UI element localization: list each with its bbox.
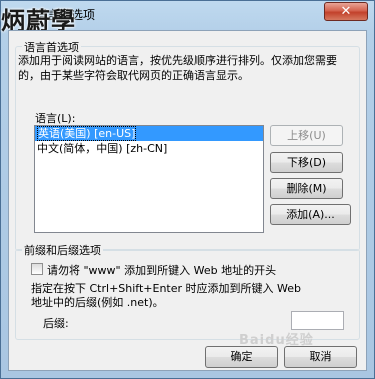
language-list-label: 语言(L): <box>35 112 76 125</box>
ok-button[interactable]: 确定 <box>205 346 278 368</box>
list-item-label: 中文(简体，中国) [zh-CN] <box>37 142 168 155</box>
language-description: 添加用于阅读网站的语言，按优先级顺序进行排列。仅添加您需要的，由于某些字符会取代… <box>18 54 337 82</box>
suffix-input[interactable] <box>291 311 344 330</box>
no-www-checkbox-label[interactable]: 请勿将 "www" 添加到所键入 Web 地址的开头 <box>47 262 276 278</box>
list-item-en-us[interactable]: 英语(美国) [en-US] <box>35 126 263 141</box>
baidu-watermark: Baidu经验 <box>239 333 314 348</box>
move-up-button[interactable]: 上移(U) <box>270 125 343 146</box>
dialog-client-area: 语言首选项 添加用于阅读网站的语言，按优先级顺序进行排列。仅添加您需要的，由于某… <box>8 30 367 371</box>
prefix-suffix-group-title: 前缀和后缀选项 <box>22 242 103 258</box>
close-button[interactable]: ✕ <box>324 2 368 21</box>
title-bar[interactable]: 语言首选项 炳蔚學 ✕ <box>1 1 374 35</box>
language-preferences-dialog: 语言首选项 炳蔚學 ✕ 语言首选项 添加用于阅读网站的语言，按优先级顺序进行排列… <box>0 0 375 379</box>
add-button[interactable]: 添加(A)... <box>270 204 351 225</box>
remove-button[interactable]: 删除(M) <box>270 178 343 199</box>
suffix-note-line2: 地址中的后缀(例如 .net)。 <box>31 296 164 309</box>
prefix-suffix-group: 前缀和后缀选项 请勿将 "www" 添加到所键入 Web 地址的开头 指定在按下… <box>15 242 360 340</box>
language-listbox[interactable]: 英语(美国) [en-US] 中文(简体，中国) [zh-CN] <box>34 125 264 233</box>
suffix-label: 后缀: <box>43 317 69 330</box>
close-icon: ✕ <box>340 4 352 19</box>
list-item-label: 英语(美国) [en-US] <box>37 126 137 141</box>
list-item-zh-cn[interactable]: 中文(简体，中国) [zh-CN] <box>35 141 263 156</box>
no-www-checkbox[interactable] <box>31 263 43 275</box>
move-down-button[interactable]: 下移(D) <box>270 152 343 173</box>
cancel-button[interactable]: 取消 <box>284 346 357 368</box>
language-group: 语言首选项 添加用于阅读网站的语言，按优先级顺序进行排列。仅添加您需要的，由于某… <box>15 39 360 251</box>
